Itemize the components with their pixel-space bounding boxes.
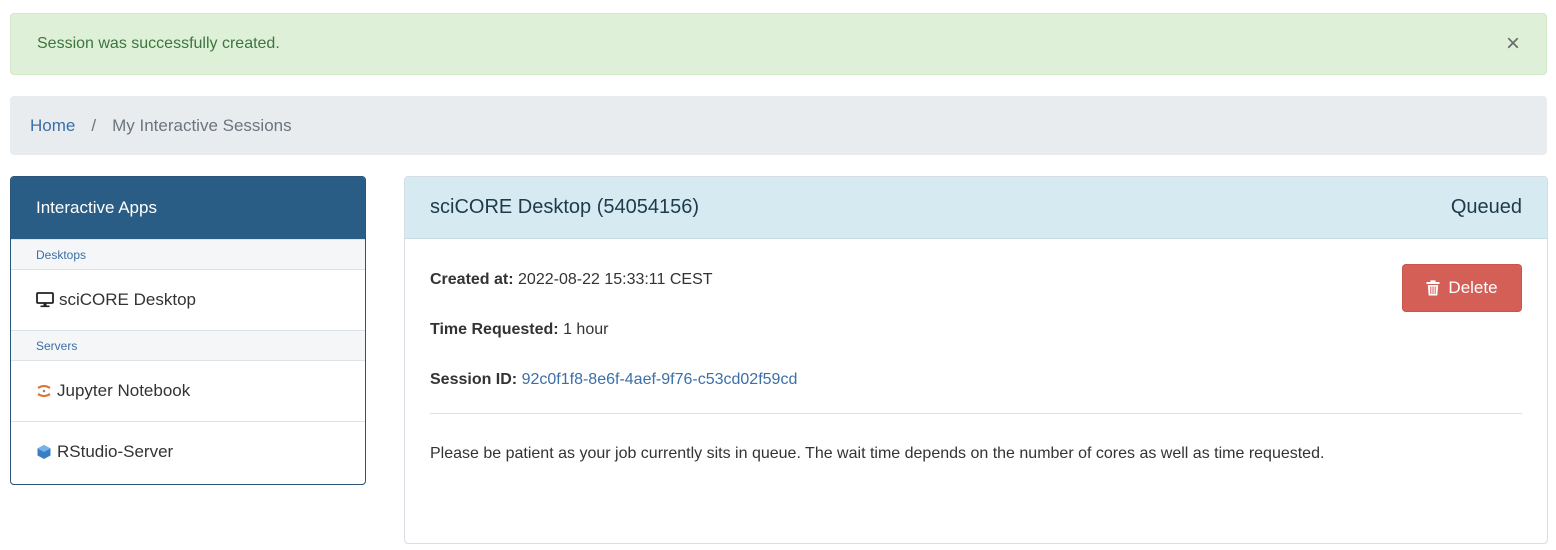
created-at-value: 2022-08-22 15:33:11 CEST bbox=[518, 271, 713, 288]
session-id-link[interactable]: 92c0f1f8-8e6f-4aef-9f76-c53cd02f59cd bbox=[522, 371, 798, 388]
breadcrumb: Home / My Interactive Sessions bbox=[10, 96, 1547, 155]
created-at-field: Created at: 2022-08-22 15:33:11 CEST bbox=[430, 271, 713, 289]
time-requested-value: 1 hour bbox=[563, 321, 609, 338]
sidebar-group-desktops: Desktops bbox=[11, 239, 365, 269]
breadcrumb-current: My Interactive Sessions bbox=[112, 115, 292, 135]
success-alert: Session was successfully created. × bbox=[10, 13, 1547, 75]
monitor-icon bbox=[36, 292, 54, 308]
breadcrumb-home-link[interactable]: Home bbox=[30, 116, 75, 136]
session-card: sciCORE Desktop (54054156) Queued Create… bbox=[404, 176, 1548, 544]
created-at-label: Created at: bbox=[430, 271, 514, 288]
sidebar-item-scicore-desktop[interactable]: sciCORE Desktop bbox=[11, 269, 365, 330]
sidebar-item-label: sciCORE Desktop bbox=[59, 290, 196, 309]
alert-message: Session was successfully created. bbox=[37, 35, 280, 52]
close-icon[interactable]: × bbox=[1506, 32, 1520, 56]
time-requested-label: Time Requested: bbox=[430, 321, 559, 338]
sidebar-group-servers: Servers bbox=[11, 330, 365, 360]
sidebar-item-jupyter-notebook[interactable]: Jupyter Notebook bbox=[11, 360, 365, 421]
session-id-label: Session ID: bbox=[430, 371, 518, 388]
divider bbox=[430, 413, 1522, 414]
sidebar-item-rstudio-server[interactable]: RStudio-Server bbox=[11, 421, 365, 482]
delete-button-label: Delete bbox=[1448, 278, 1498, 297]
sidebar-item-label: Jupyter Notebook bbox=[57, 381, 191, 400]
rstudio-icon bbox=[36, 444, 52, 460]
delete-button[interactable]: Delete bbox=[1402, 264, 1522, 312]
session-title: sciCORE Desktop (54054156) bbox=[430, 196, 700, 218]
trash-icon bbox=[1426, 280, 1440, 296]
interactive-apps-sidebar: Interactive Apps Desktops sciCORE Deskto… bbox=[10, 176, 366, 485]
time-requested-field: Time Requested: 1 hour bbox=[430, 321, 608, 339]
queue-message: Please be patient as your job currently … bbox=[430, 445, 1325, 462]
session-id-field: Session ID: 92c0f1f8-8e6f-4aef-9f76-c53c… bbox=[430, 371, 797, 389]
breadcrumb-separator: / bbox=[91, 115, 97, 135]
sidebar-item-label: RStudio-Server bbox=[57, 442, 174, 461]
session-status-badge: Queued bbox=[1450, 196, 1522, 218]
sidebar-title: Interactive Apps bbox=[11, 177, 365, 239]
jupyter-icon bbox=[36, 383, 52, 399]
session-card-header: sciCORE Desktop (54054156) Queued bbox=[405, 177, 1547, 239]
